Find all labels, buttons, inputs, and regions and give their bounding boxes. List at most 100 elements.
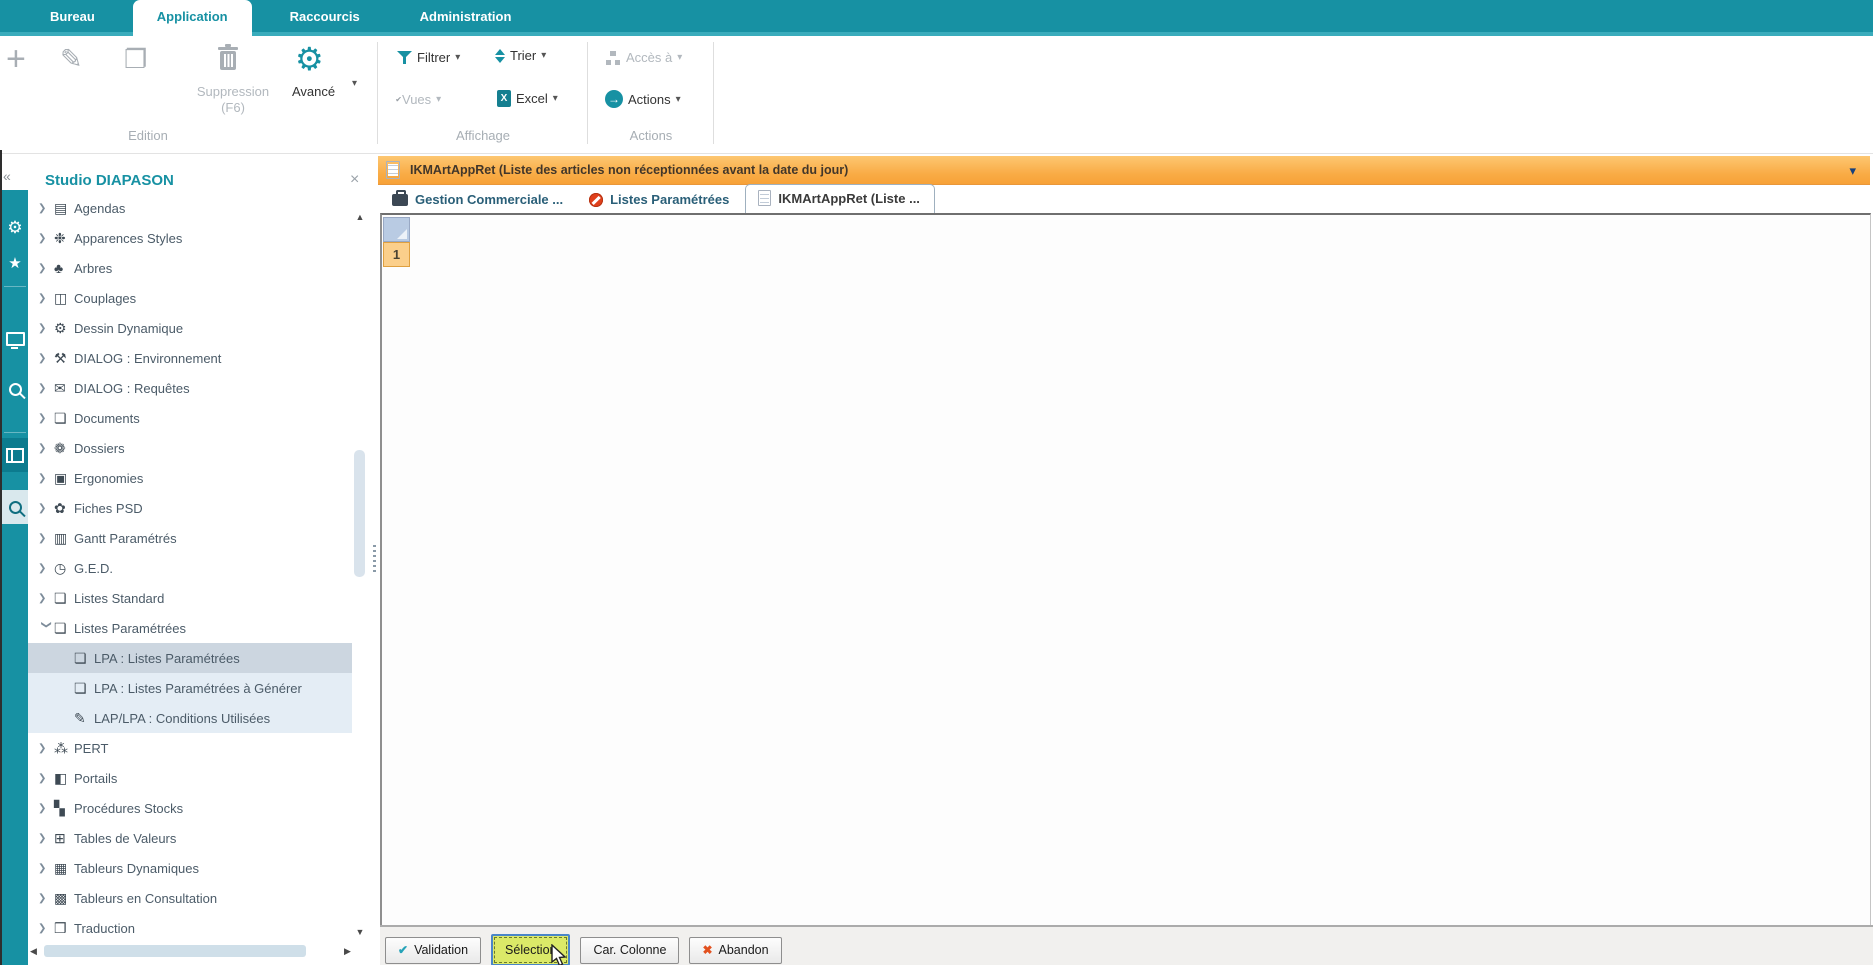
doc-tab-gestion-commerciale[interactable]: Gestion Commerciale ... <box>382 188 573 213</box>
avance-caret-icon[interactable]: ▾ <box>352 78 357 89</box>
chevron-right-icon[interactable]: ❯ <box>38 233 54 244</box>
tree-item-lpa-listes-parametrees[interactable]: ❏LPA : Listes Paramétrées <box>28 643 352 673</box>
chevron-right-icon[interactable]: ❯ <box>38 353 54 364</box>
tree-item-g-e-d[interactable]: ❯◷G.E.D. <box>28 553 352 583</box>
menu-tab-raccourcis[interactable]: Raccourcis <box>290 9 360 24</box>
tree-item-tableurs-dynamiques[interactable]: ❯▦Tableurs Dynamiques <box>28 853 352 883</box>
tree-item-couplages[interactable]: ❯◫Couplages <box>28 283 352 313</box>
tree-item-traduction[interactable]: ❯❒Traduction <box>28 913 352 943</box>
sidebar-close-icon[interactable]: × <box>350 171 359 189</box>
button-label: Validation <box>414 943 468 957</box>
chevron-right-icon[interactable]: ❯ <box>38 413 54 424</box>
chevron-right-icon[interactable]: ❯ <box>38 773 54 784</box>
strip-divider <box>4 432 26 433</box>
tree-item-lpa-listes-parametrees-a-generer[interactable]: ❏LPA : Listes Paramétrées à Générer <box>28 673 352 703</box>
horizontal-scrollbar[interactable]: ◀ ▶ <box>28 945 368 959</box>
document-bar[interactable]: IKMArtAppRet (Liste des articles non réc… <box>378 156 1870 185</box>
abandon-button[interactable]: ✖Abandon <box>689 937 781 964</box>
speech-icon: ✉ <box>54 380 74 397</box>
doc-tab-ikmartappret-liste[interactable]: IKMArtAppRet (Liste ... <box>745 184 935 213</box>
scroll-left-icon[interactable]: ◀ <box>30 946 37 957</box>
chevron-right-icon[interactable]: ❯ <box>38 533 54 544</box>
chevron-right-icon[interactable]: ❯ <box>38 383 54 394</box>
car-colonne-button[interactable]: Car. Colonne <box>580 937 679 964</box>
list-content-area[interactable] <box>380 213 1871 925</box>
scroll-right-icon[interactable]: ▶ <box>344 946 351 957</box>
filtrer-button[interactable]: Filtrer ▾ <box>397 50 460 65</box>
tree-item-ergonomies[interactable]: ❯▣Ergonomies <box>28 463 352 493</box>
chevron-right-icon[interactable]: ❯ <box>38 473 54 484</box>
dropdown-caret-icon[interactable]: ▾ <box>455 52 460 63</box>
tree-item-arbres[interactable]: ❯♣Arbres <box>28 253 352 283</box>
tree-item-tables-de-valeurs[interactable]: ❯⊞Tables de Valeurs <box>28 823 352 853</box>
tree-item-gantt-parametres[interactable]: ❯▥Gantt Paramétrés <box>28 523 352 553</box>
vues-button[interactable]: ✔ Vues ▾ <box>397 92 441 107</box>
strip-button-monitor[interactable] <box>2 322 28 356</box>
chevron-right-icon[interactable]: ❯ <box>38 863 54 874</box>
chevron-right-icon[interactable]: ❯ <box>38 323 54 334</box>
tree-item-documents[interactable]: ❯❏Documents <box>28 403 352 433</box>
strip-button-split-view[interactable] <box>2 438 28 472</box>
tree-item-tableurs-en-consultation[interactable]: ❯▩Tableurs en Consultation <box>28 883 352 913</box>
tree-item-dessin-dynamique[interactable]: ❯⚙Dessin Dynamique <box>28 313 352 343</box>
strip-button-search-secondary[interactable] <box>2 490 28 524</box>
edit-button[interactable]: ✎ <box>60 44 83 75</box>
tree-item-portails[interactable]: ❯◧Portails <box>28 763 352 793</box>
excel-button[interactable]: Excel ▾ <box>497 90 558 107</box>
add-button[interactable]: + <box>6 44 26 74</box>
scroll-up-icon[interactable]: ▲ <box>352 212 368 222</box>
tree-item-listes-parametrees[interactable]: ❯❏Listes Paramétrées <box>28 613 352 643</box>
actions-button[interactable]: Actions ▾ <box>605 90 681 108</box>
chevron-right-icon[interactable]: ❯ <box>38 833 54 844</box>
dropdown-caret-icon[interactable]: ▾ <box>676 94 681 105</box>
trier-button[interactable]: Trier ▾ <box>495 48 546 63</box>
tree-item-procedures-stocks[interactable]: ❯▚Procédures Stocks <box>28 793 352 823</box>
suppression-key-label: (F6) <box>212 100 254 115</box>
tree-item-agendas[interactable]: ❯▤Agendas <box>28 200 352 223</box>
dropdown-caret-icon[interactable]: ▾ <box>541 50 546 61</box>
dropdown-caret-icon[interactable]: ▾ <box>553 93 558 104</box>
chevron-down-icon[interactable]: ❯ <box>41 620 52 636</box>
chevron-right-icon[interactable]: ❯ <box>38 203 54 214</box>
chevron-right-icon[interactable]: ❯ <box>38 893 54 904</box>
tree-item-dossiers[interactable]: ❯❁Dossiers <box>28 433 352 463</box>
chevron-right-icon[interactable]: ❯ <box>38 593 54 604</box>
tree-item-listes-standard[interactable]: ❯❏Listes Standard <box>28 583 352 613</box>
suppression-button[interactable] <box>215 43 241 73</box>
acces-a-button[interactable]: Accès à ▾ <box>605 50 682 65</box>
sidebar-collapse-button[interactable]: « <box>3 168 11 184</box>
chevron-right-icon[interactable]: ❯ <box>38 443 54 454</box>
chevron-right-icon[interactable]: ❯ <box>38 803 54 814</box>
tree-item-dialog-requetes[interactable]: ❯✉DIALOG : Requêtes <box>28 373 352 403</box>
grid-row-header[interactable]: 1 <box>383 242 410 267</box>
chevron-right-icon[interactable]: ❯ <box>38 743 54 754</box>
chevron-right-icon[interactable]: ❯ <box>38 293 54 304</box>
copy-button[interactable]: ❐ <box>124 44 147 75</box>
tree-item-lap-lpa-conditions-utilisees[interactable]: ✎LAP/LPA : Conditions Utilisées <box>28 703 352 733</box>
grid-select-all-corner[interactable] <box>383 217 410 242</box>
scroll-down-icon[interactable]: ▼ <box>352 927 368 937</box>
doc-tab-listes-parametrees[interactable]: Listes Paramétrées <box>579 188 739 213</box>
vertical-scrollbar-thumb[interactable] <box>354 450 365 577</box>
menu-tab-administration[interactable]: Administration <box>420 9 512 24</box>
chevron-right-icon[interactable]: ❯ <box>38 923 54 934</box>
document-bar-caret-icon[interactable]: ▾ <box>1849 163 1856 179</box>
strip-button-search[interactable] <box>2 372 28 406</box>
sidebar-resize-grip[interactable] <box>373 545 376 575</box>
menu-tab-application[interactable]: Application <box>133 0 252 36</box>
tree-item-label: Listes Paramétrées <box>74 621 186 636</box>
tree-item-fiches-psd[interactable]: ❯✿Fiches PSD <box>28 493 352 523</box>
tree-item-label: DIALOG : Requêtes <box>74 381 190 396</box>
validation-button[interactable]: ✔Validation <box>385 937 481 964</box>
tree-item-dialog-environnement[interactable]: ❯⚒DIALOG : Environnement <box>28 343 352 373</box>
menu-tab-bureau[interactable]: Bureau <box>50 9 95 24</box>
chevron-right-icon[interactable]: ❯ <box>38 263 54 274</box>
strip-button-favorites[interactable]: ★ <box>2 246 28 280</box>
chevron-right-icon[interactable]: ❯ <box>38 563 54 574</box>
chevron-right-icon[interactable]: ❯ <box>38 503 54 514</box>
horizontal-scrollbar-thumb[interactable] <box>44 945 306 957</box>
tree-item-pert[interactable]: ❯⁂PERT <box>28 733 352 763</box>
strip-button-settings[interactable]: ⚙ <box>2 210 28 244</box>
tree-item-apparences-styles[interactable]: ❯❉Apparences Styles <box>28 223 352 253</box>
avance-button[interactable]: ⚙ <box>295 40 324 78</box>
